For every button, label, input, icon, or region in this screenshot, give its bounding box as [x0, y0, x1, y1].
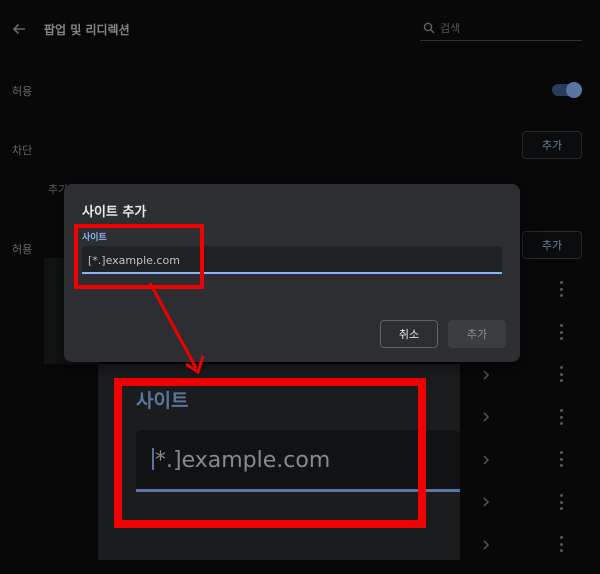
- highlight-box-small: [74, 224, 204, 289]
- allow-add-button[interactable]: 추가: [522, 231, 582, 259]
- settings-header: 팝업 및 리디렉션: [0, 0, 600, 56]
- chevron-right-icon[interactable]: [482, 455, 490, 465]
- block-label: 차단: [12, 144, 33, 157]
- allow-label: 허용: [12, 85, 33, 98]
- more-options-icon[interactable]: [556, 324, 566, 340]
- block-add-button[interactable]: 추가: [522, 131, 582, 159]
- chevron-right-icon[interactable]: [482, 412, 490, 422]
- more-options-icon[interactable]: [556, 366, 566, 382]
- search-box[interactable]: [420, 17, 582, 41]
- more-options-icon[interactable]: [556, 451, 566, 467]
- cancel-button[interactable]: 취소: [380, 320, 438, 348]
- search-input[interactable]: [440, 19, 578, 37]
- more-options-icon[interactable]: [556, 409, 566, 425]
- allow-section-label: 허용: [12, 243, 33, 256]
- back-arrow-icon[interactable]: [10, 20, 28, 38]
- chevron-right-icon[interactable]: [482, 497, 490, 507]
- dialog-title: 사이트 추가: [82, 205, 147, 220]
- more-options-icon[interactable]: [556, 494, 566, 510]
- more-options-icon[interactable]: [556, 281, 566, 297]
- chevron-right-icon[interactable]: [482, 370, 490, 380]
- page-title: 팝업 및 리디렉션: [44, 23, 130, 37]
- search-icon: [423, 22, 435, 34]
- add-button[interactable]: 추가: [448, 320, 506, 348]
- toggle-knob: [566, 82, 582, 98]
- chevron-right-icon[interactable]: [482, 540, 490, 550]
- highlight-box-large: [114, 378, 426, 528]
- more-options-icon[interactable]: [556, 536, 566, 552]
- allow-toggle[interactable]: [552, 82, 582, 98]
